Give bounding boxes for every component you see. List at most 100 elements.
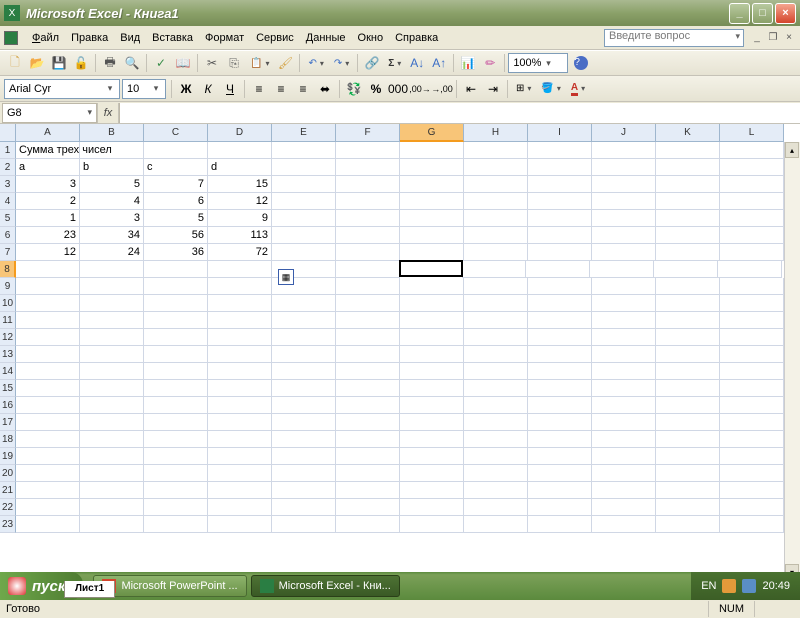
- row-header-21[interactable]: 21: [0, 482, 16, 499]
- row-header-1[interactable]: 1: [0, 142, 16, 159]
- cell-B9[interactable]: [80, 278, 144, 295]
- cell-G23[interactable]: [400, 516, 464, 533]
- cell-F18[interactable]: [336, 431, 400, 448]
- cell-K12[interactable]: [656, 329, 720, 346]
- cell-A4[interactable]: 2: [16, 193, 80, 210]
- cell-G22[interactable]: [400, 499, 464, 516]
- font-name-combo[interactable]: Arial Cyr▾: [4, 79, 120, 99]
- cell-F10[interactable]: [336, 295, 400, 312]
- cell-I15[interactable]: [528, 380, 592, 397]
- cell-H7[interactable]: [464, 244, 528, 261]
- cell-K23[interactable]: [656, 516, 720, 533]
- cell-B12[interactable]: [80, 329, 144, 346]
- cell-I4[interactable]: [528, 193, 592, 210]
- column-header-I[interactable]: I: [528, 124, 592, 142]
- align-center-button[interactable]: ≡: [270, 78, 292, 100]
- menu-view[interactable]: Вид: [114, 30, 146, 46]
- cell-E13[interactable]: [272, 346, 336, 363]
- cell-K5[interactable]: [656, 210, 720, 227]
- cell-E10[interactable]: [272, 295, 336, 312]
- currency-button[interactable]: 💱: [343, 78, 365, 100]
- cell-K3[interactable]: [656, 176, 720, 193]
- menu-window[interactable]: Окно: [352, 30, 390, 46]
- cell-D13[interactable]: [208, 346, 272, 363]
- cell-B11[interactable]: [80, 312, 144, 329]
- cell-E12[interactable]: [272, 329, 336, 346]
- copy-button[interactable]: ⎘: [223, 52, 245, 74]
- cell-C10[interactable]: [144, 295, 208, 312]
- menu-data[interactable]: Данные: [300, 30, 352, 46]
- cut-button[interactable]: ✂: [201, 52, 223, 74]
- row-header-14[interactable]: 14: [0, 363, 16, 380]
- cell-F21[interactable]: [336, 482, 400, 499]
- cell-H4[interactable]: [464, 193, 528, 210]
- spelling-button[interactable]: ✓: [150, 52, 172, 74]
- sort-asc-button[interactable]: A↓: [406, 52, 428, 74]
- decrease-indent-button[interactable]: ⇤: [460, 78, 482, 100]
- cell-G2[interactable]: [400, 159, 464, 176]
- cell-B17[interactable]: [80, 414, 144, 431]
- redo-button[interactable]: ↷▾: [329, 52, 354, 74]
- cell-K11[interactable]: [656, 312, 720, 329]
- cell-J23[interactable]: [592, 516, 656, 533]
- cell-E22[interactable]: [272, 499, 336, 516]
- cell-A21[interactable]: [16, 482, 80, 499]
- cell-B14[interactable]: [80, 363, 144, 380]
- row-header-17[interactable]: 17: [0, 414, 16, 431]
- cell-I7[interactable]: [528, 244, 592, 261]
- cell-D22[interactable]: [208, 499, 272, 516]
- help-button[interactable]: ?: [570, 52, 592, 74]
- cell-G14[interactable]: [400, 363, 464, 380]
- column-header-C[interactable]: C: [144, 124, 208, 142]
- cell-B15[interactable]: [80, 380, 144, 397]
- cell-H12[interactable]: [464, 329, 528, 346]
- cell-H10[interactable]: [464, 295, 528, 312]
- cell-J5[interactable]: [592, 210, 656, 227]
- cell-D6[interactable]: 113: [208, 227, 272, 244]
- cell-L4[interactable]: [720, 193, 784, 210]
- cell-D20[interactable]: [208, 465, 272, 482]
- column-header-D[interactable]: D: [208, 124, 272, 142]
- cell-D15[interactable]: [208, 380, 272, 397]
- cell-F4[interactable]: [336, 193, 400, 210]
- row-header-3[interactable]: 3: [0, 176, 16, 193]
- hyperlink-button[interactable]: 🔗: [361, 52, 383, 74]
- cell-C17[interactable]: [144, 414, 208, 431]
- vertical-scrollbar[interactable]: ▴ ▾: [784, 142, 800, 580]
- cell-I13[interactable]: [528, 346, 592, 363]
- cell-D17[interactable]: [208, 414, 272, 431]
- column-header-L[interactable]: L: [720, 124, 784, 142]
- cell-I5[interactable]: [528, 210, 592, 227]
- format-painter-button[interactable]: 🖌: [274, 52, 296, 74]
- row-header-2[interactable]: 2: [0, 159, 16, 176]
- borders-button[interactable]: ⊞▾: [511, 78, 536, 100]
- cell-G6[interactable]: [400, 227, 464, 244]
- cell-B13[interactable]: [80, 346, 144, 363]
- cell-L18[interactable]: [720, 431, 784, 448]
- cell-I21[interactable]: [528, 482, 592, 499]
- cell-D23[interactable]: [208, 516, 272, 533]
- cell-F13[interactable]: [336, 346, 400, 363]
- cell-B6[interactable]: 34: [80, 227, 144, 244]
- cell-I12[interactable]: [528, 329, 592, 346]
- row-header-12[interactable]: 12: [0, 329, 16, 346]
- cell-B21[interactable]: [80, 482, 144, 499]
- cell-G18[interactable]: [400, 431, 464, 448]
- cell-F9[interactable]: [336, 278, 400, 295]
- cell-E18[interactable]: [272, 431, 336, 448]
- question-box[interactable]: Введите вопрос: [604, 29, 744, 47]
- cell-C15[interactable]: [144, 380, 208, 397]
- cell-B5[interactable]: 3: [80, 210, 144, 227]
- cell-C4[interactable]: 6: [144, 193, 208, 210]
- cell-C6[interactable]: 56: [144, 227, 208, 244]
- menu-file[interactable]: Файл: [26, 30, 65, 46]
- cell-H23[interactable]: [464, 516, 528, 533]
- cell-H21[interactable]: [464, 482, 528, 499]
- cell-C3[interactable]: 7: [144, 176, 208, 193]
- cell-J9[interactable]: [592, 278, 656, 295]
- cell-G11[interactable]: [400, 312, 464, 329]
- cell-A12[interactable]: [16, 329, 80, 346]
- formula-input[interactable]: [119, 103, 800, 123]
- tray-icon[interactable]: [722, 579, 736, 593]
- cell-I22[interactable]: [528, 499, 592, 516]
